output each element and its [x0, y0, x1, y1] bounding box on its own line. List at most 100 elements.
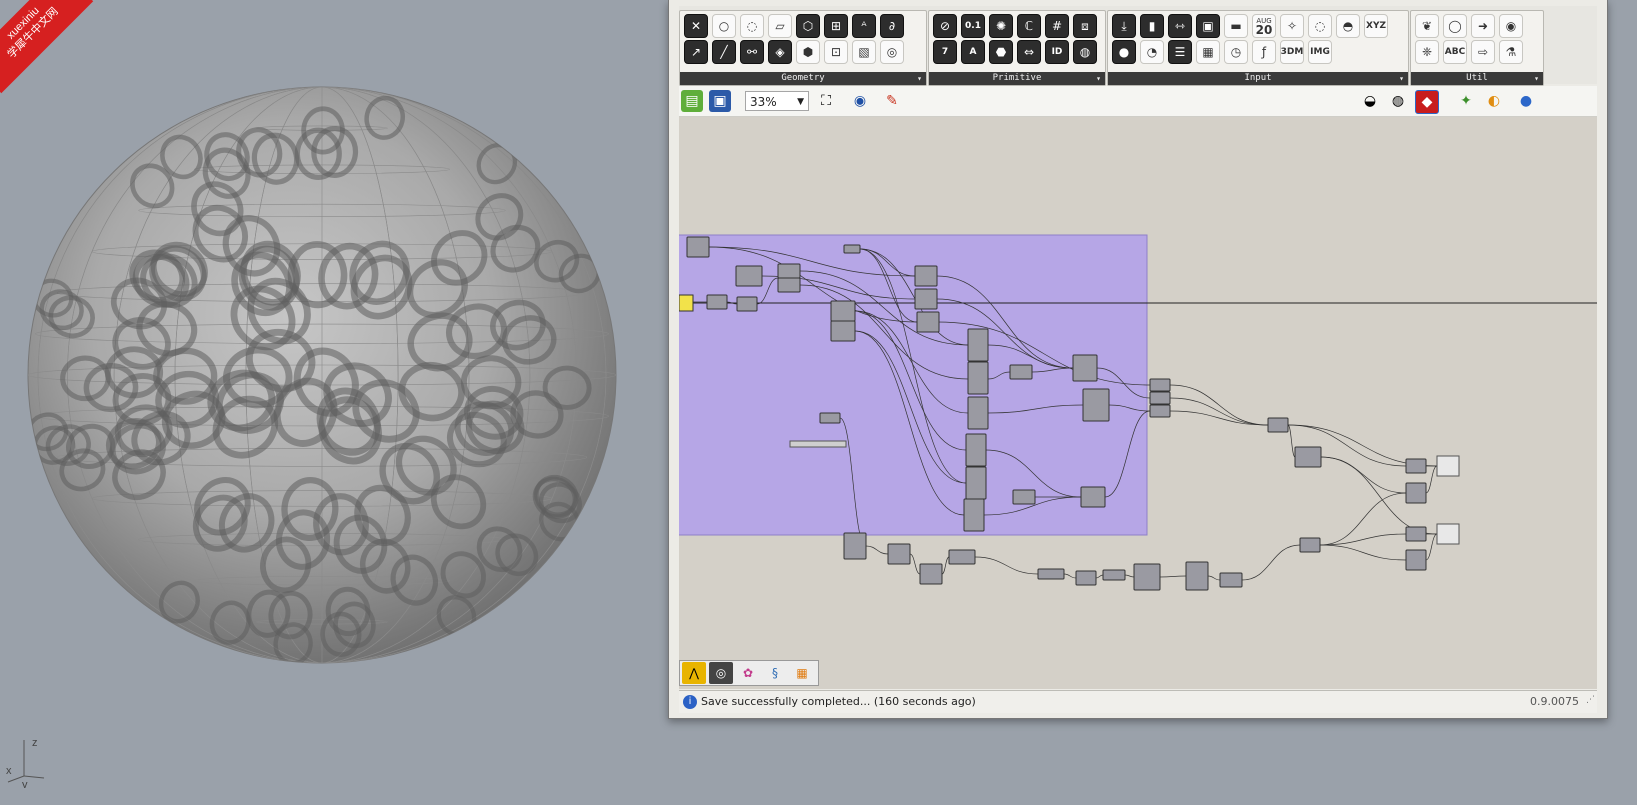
slider-icon[interactable]: ⇿ — [1168, 14, 1192, 38]
component-node[interactable] — [1012, 489, 1036, 505]
zoom-select[interactable]: 33% ▼ — [745, 91, 809, 111]
component-node[interactable] — [887, 543, 911, 565]
component-node[interactable] — [1405, 549, 1427, 571]
zoom-extents-icon[interactable]: ⛶ — [815, 90, 837, 112]
component-node[interactable] — [1075, 570, 1097, 586]
complex-icon[interactable]: ℂ — [1017, 14, 1041, 38]
id-icon[interactable]: ID — [1045, 40, 1069, 64]
sketch-pen-icon[interactable]: ✎ — [881, 90, 903, 112]
component-node[interactable] — [965, 433, 987, 467]
abc-icon[interactable]: ABC — [1443, 40, 1467, 64]
surface-icon[interactable]: ▱ — [768, 14, 792, 38]
boolean-icon[interactable]: ⊘ — [933, 14, 957, 38]
component-node[interactable] — [967, 396, 989, 430]
rhino-viewport[interactable]: xuexiniu 学犀牛中文网 z x y — [0, 0, 668, 805]
panel-title-geometry[interactable]: Geometry ▾ — [680, 72, 926, 85]
component-node[interactable] — [843, 244, 861, 254]
calendar-icon[interactable]: AUG 20 — [1252, 14, 1276, 38]
toggle-icon[interactable]: ▮ — [1140, 14, 1164, 38]
preview-selected-icon[interactable]: ◆ — [1415, 90, 1439, 114]
ring-icon[interactable]: ◯ — [1443, 14, 1467, 38]
component-node[interactable] — [1149, 391, 1171, 405]
circle-icon[interactable]: ○ — [712, 14, 736, 38]
shape-icon[interactable]: ⬣ — [989, 40, 1013, 64]
graph-icon[interactable]: ◓ — [1336, 14, 1360, 38]
component-node[interactable] — [1037, 568, 1065, 580]
text-icon[interactable]: ᴬ — [852, 14, 876, 38]
arrow-icon[interactable]: ➜ — [1471, 14, 1495, 38]
number-icon[interactable]: 0.1 — [961, 14, 985, 38]
component-node[interactable] — [1405, 458, 1427, 474]
component-node[interactable] — [919, 563, 943, 585]
component-node[interactable] — [843, 532, 867, 560]
3dm-icon[interactable]: 3DM — [1280, 40, 1304, 64]
component-node[interactable] — [706, 294, 728, 310]
shaded-sphere-icon[interactable]: ● — [1515, 90, 1537, 112]
component-node[interactable] — [1082, 388, 1110, 422]
mesh-icon[interactable]: ⊞ — [824, 14, 848, 38]
bake-icon[interactable]: ✦ — [1455, 90, 1477, 112]
component-node[interactable] — [1080, 486, 1106, 508]
kangaroo-icon[interactable]: ◎ — [709, 662, 733, 684]
output-panel-node[interactable] — [1436, 523, 1460, 545]
component-node[interactable] — [916, 311, 940, 333]
spiral-icon[interactable]: ◎ — [880, 40, 904, 64]
plane-icon[interactable]: ▧ — [852, 40, 876, 64]
component-node[interactable] — [1294, 446, 1322, 468]
preview-mode-icon[interactable]: ◒ — [1359, 90, 1381, 112]
save-file-icon[interactable]: ▣ — [709, 90, 731, 112]
python-icon[interactable]: § — [763, 662, 787, 684]
gear-icon[interactable]: ✺ — [989, 14, 1013, 38]
component-node[interactable] — [735, 265, 763, 287]
graph-canvas[interactable] — [679, 117, 1597, 689]
component-node[interactable] — [830, 300, 856, 322]
panel-title-primitive[interactable]: Primitive ▾ — [929, 72, 1105, 85]
ladybug-icon[interactable]: ✿ — [736, 662, 760, 684]
string-icon[interactable]: A — [961, 40, 985, 64]
component-node[interactable] — [819, 412, 841, 424]
component-node[interactable] — [914, 288, 938, 310]
component-node[interactable] — [830, 320, 856, 342]
color-wheel-icon[interactable]: ◌ — [1308, 14, 1332, 38]
component-node[interactable] — [1102, 569, 1126, 581]
component-node[interactable] — [1219, 572, 1243, 588]
preview-eye-icon[interactable]: ◉ — [849, 90, 871, 112]
component-node[interactable] — [1149, 404, 1171, 418]
component-node[interactable] — [965, 466, 987, 500]
img-icon[interactable]: IMG — [1308, 40, 1332, 64]
function-icon[interactable]: ƒ — [1252, 40, 1276, 64]
param-icon[interactable]: ● — [1112, 40, 1136, 64]
component-node[interactable] — [1009, 364, 1033, 380]
component-node[interactable] — [1133, 563, 1161, 591]
open-file-icon[interactable]: ▤ — [681, 90, 703, 112]
component-node[interactable] — [948, 549, 976, 565]
component-node[interactable] — [1267, 417, 1289, 433]
slider-node[interactable] — [789, 440, 847, 448]
clock-icon[interactable]: ◷ — [1224, 40, 1248, 64]
field-icon[interactable]: ⊡ — [824, 40, 848, 64]
component-node[interactable] — [777, 277, 801, 293]
tree-icon[interactable]: ❈ — [1415, 40, 1439, 64]
outline-arrow-icon[interactable]: ⇨ — [1471, 40, 1495, 64]
output-panel-node[interactable] — [1436, 455, 1460, 477]
color-icon[interactable]: ◍ — [1073, 40, 1097, 64]
resize-grip-icon[interactable]: ⋰ — [1586, 689, 1595, 711]
integer-icon[interactable]: 7 — [933, 40, 957, 64]
galapagos-icon[interactable]: ⋀ — [682, 662, 706, 684]
panel-title-util[interactable]: Util ▾ — [1411, 72, 1543, 85]
panel-title-input[interactable]: Input ▾ — [1108, 72, 1408, 85]
curve-icon[interactable]: ∂ — [880, 14, 904, 38]
matrix-icon[interactable]: ▦ — [1196, 40, 1220, 64]
grid-icon[interactable]: # — [1045, 14, 1069, 38]
component-node[interactable] — [686, 236, 710, 258]
transform-icon[interactable]: ◈ — [768, 40, 792, 64]
download-icon[interactable]: ⤓ — [1112, 14, 1136, 38]
box-icon[interactable]: ⬡ — [796, 14, 820, 38]
palette-icon[interactable]: ✧ — [1280, 14, 1304, 38]
component-node[interactable] — [967, 361, 989, 395]
list-icon[interactable]: ☰ — [1168, 40, 1192, 64]
flask-icon[interactable]: ⚗ — [1499, 40, 1523, 64]
xyz-icon[interactable]: XYZ — [1364, 14, 1388, 38]
scatter-icon[interactable]: ◌ — [740, 14, 764, 38]
box-plugin-icon[interactable]: ▦ — [790, 662, 814, 684]
